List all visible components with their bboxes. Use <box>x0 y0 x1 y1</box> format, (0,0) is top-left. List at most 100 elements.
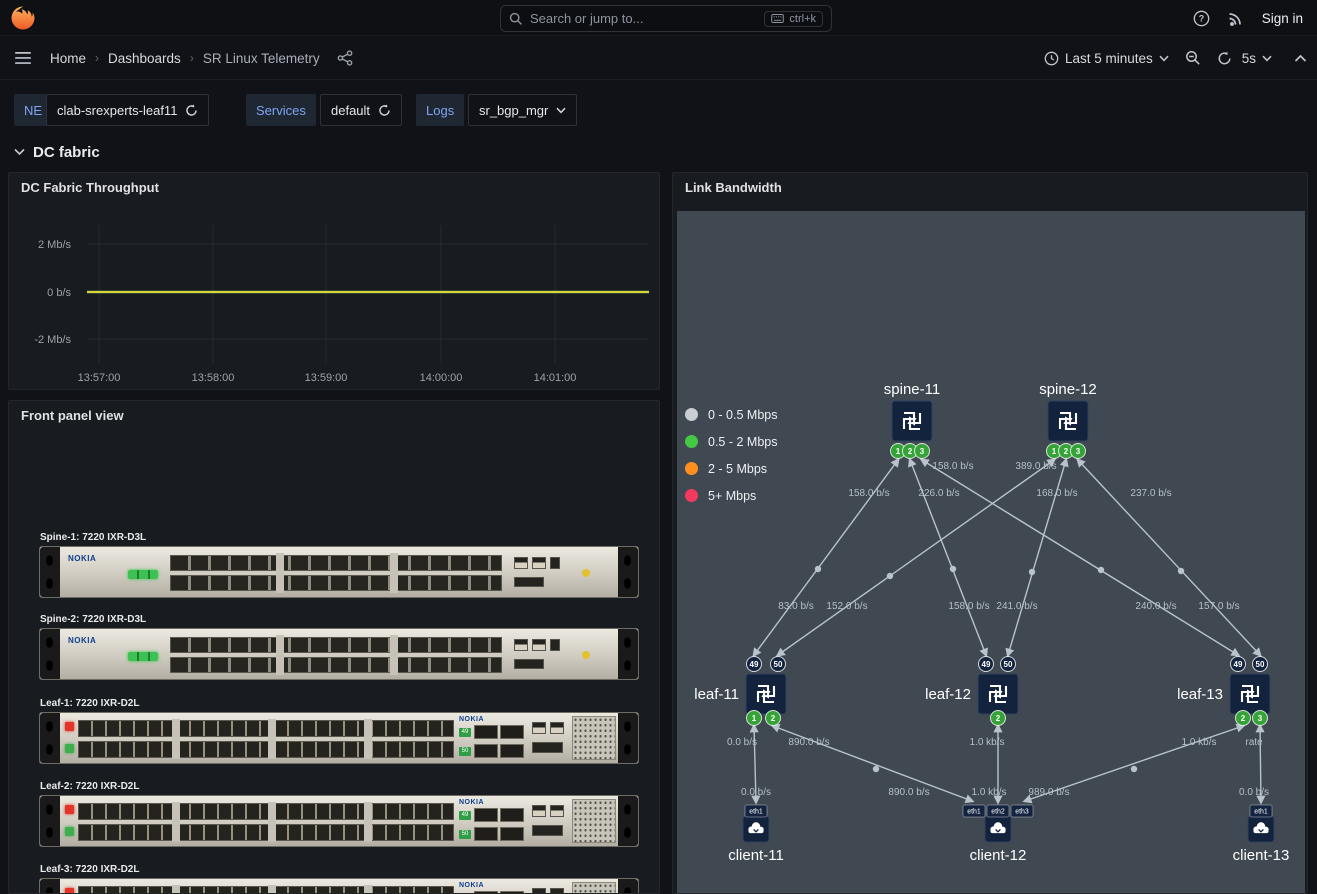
edge-rate-label: 1.0 kb/s <box>971 787 1006 798</box>
brand-logo: NOKIA <box>68 554 96 563</box>
edge-rate-label: 240.0 b/s <box>1135 601 1176 612</box>
eth-badge-label: eth1 <box>749 809 763 816</box>
mgmt-port <box>532 888 546 894</box>
edge-rate-label: 157.0 b/s <box>1198 601 1239 612</box>
zoom-out-icon[interactable] <box>1185 50 1201 66</box>
legend-item: 0.5 - 2 Mbps <box>685 428 777 455</box>
edge-rate-label: 226.0 b/s <box>918 488 959 499</box>
mgmt-port <box>532 805 546 817</box>
rack-ear <box>40 796 60 846</box>
port-number: 49 <box>982 660 991 669</box>
refresh-icon[interactable] <box>1217 51 1232 66</box>
collapse-controls-chevron-up-icon[interactable] <box>1294 54 1307 63</box>
port-number: 50 <box>1256 660 1265 669</box>
qsfp-port <box>500 808 524 822</box>
port-number: 49 <box>1234 660 1243 669</box>
panel-front-panel-view: Front panel view Spine-1: 7220 IXR-D3LNO… <box>8 400 660 894</box>
eth-badge-label: eth2 <box>991 809 1005 816</box>
port-row <box>78 803 454 820</box>
edge-waypoint-dot <box>887 573 893 579</box>
news-rss-icon[interactable] <box>1228 10 1244 26</box>
edge-rate-label: 152.0 b/s <box>826 601 867 612</box>
panel-title[interactable]: Link Bandwidth <box>685 180 782 195</box>
variable-value-ne: clab-srexperts-leaf11 <box>57 103 177 118</box>
variable-picker-ne[interactable]: clab-srexperts-leaf11 <box>46 94 209 126</box>
front-panel-devices: Spine-1: 7220 IXR-D3LNOKIASpine-2: 7220 … <box>9 401 660 894</box>
status-led-red <box>65 722 74 731</box>
port-number: 50 <box>1004 660 1013 669</box>
topology-node-client-13 <box>1248 816 1274 842</box>
port-number: 1 <box>896 447 901 456</box>
refresh-interval-label: 5s <box>1242 51 1256 66</box>
row-header-dc-fabric[interactable]: DC fabric <box>14 138 100 166</box>
qsfp-port <box>500 725 524 739</box>
rack-ear <box>40 629 60 679</box>
qsfp-port <box>474 808 498 822</box>
device-label: Leaf-3: 7220 IXR-D2L <box>40 864 639 875</box>
top-navbar: Search or jump to... ctrl+k ? Sign in <box>0 0 1317 36</box>
brand-logo: NOKIA <box>459 882 484 889</box>
time-range-label: Last 5 minutes <box>1065 51 1153 66</box>
dashboard-navbar: Home › Dashboards › SR Linux Telemetry L… <box>0 36 1317 80</box>
fan-grill <box>572 716 616 760</box>
refresh-interval-picker[interactable]: 5s <box>1242 51 1272 66</box>
caret-down-icon <box>1262 55 1272 62</box>
port-number: 3 <box>1258 714 1263 723</box>
row-title: DC fabric <box>33 144 100 161</box>
device-label: Leaf-1: 7220 IXR-D2L <box>40 698 639 709</box>
edge-waypoint-dot <box>815 566 821 572</box>
brand-logo: NOKIA <box>459 799 484 806</box>
edge-rate-label: 241.0 b/s <box>996 601 1037 612</box>
time-range-picker[interactable]: Last 5 minutes <box>1044 51 1169 66</box>
rack-ear <box>40 547 60 597</box>
variable-picker-services[interactable]: default <box>320 94 402 126</box>
brand-logo: NOKIA <box>459 716 484 723</box>
mgmt-port <box>514 639 528 651</box>
legend-color-dot <box>685 408 698 421</box>
keyboard-icon <box>771 14 784 23</box>
y-axis-tick: -2 Mb/s <box>34 334 71 346</box>
port-number: 3 <box>1076 447 1081 456</box>
breadcrumb-home[interactable]: Home <box>50 51 86 66</box>
qsfp-port <box>474 725 498 739</box>
qsfp-port <box>500 744 524 758</box>
topology-node-spine-11 <box>892 401 932 441</box>
port-row <box>78 720 454 737</box>
node-label-leaf-11: leaf-11 <box>694 686 739 703</box>
edge-rate-label: 168.0 b/s <box>1036 488 1077 499</box>
port-number: 2 <box>996 714 1001 723</box>
mgmt-port <box>514 557 528 569</box>
variable-picker-logs[interactable]: sr_bgp_mgr <box>468 94 577 126</box>
sign-in-button[interactable]: Sign in <box>1262 11 1303 26</box>
port-row <box>78 824 454 841</box>
qsfp-port <box>474 827 498 841</box>
sync-icon <box>185 104 198 117</box>
edge-waypoint-dot <box>1178 568 1184 574</box>
rack-ear <box>618 879 638 894</box>
sync-icon <box>378 104 391 117</box>
x-axis-tick: 13:59:00 <box>305 372 348 384</box>
menu-toggle-icon[interactable] <box>14 49 32 67</box>
x-axis-tick: 14:01:00 <box>534 372 577 384</box>
device-label: Leaf-2: 7220 IXR-D2L <box>40 781 639 792</box>
grafana-logo-icon[interactable] <box>10 5 36 31</box>
dashboard-link-logs[interactable]: Logs <box>416 94 464 126</box>
rack-ear <box>618 547 638 597</box>
variable-value-logs: sr_bgp_mgr <box>479 103 548 118</box>
legend-label: 5+ Mbps <box>708 489 756 503</box>
port-row <box>170 637 502 653</box>
search-input[interactable]: Search or jump to... ctrl+k <box>500 5 832 32</box>
edge-rate-label: 0.0 b/s <box>1239 787 1269 798</box>
eth-badge-label: eth1 <box>967 809 981 816</box>
dashboard-link-services[interactable]: Services <box>246 94 316 126</box>
legend-item: 0 - 0.5 Mbps <box>685 401 777 428</box>
edge-rate-label: 890.0 b/s <box>888 787 929 798</box>
topology-node-leaf-13 <box>1230 674 1270 714</box>
breadcrumb-dashboards[interactable]: Dashboards <box>108 51 181 66</box>
share-dashboard-icon[interactable] <box>337 50 353 66</box>
help-icon[interactable]: ? <box>1193 10 1210 27</box>
legend-color-dot <box>685 435 698 448</box>
node-label-spine-12: spine-12 <box>1039 381 1097 398</box>
mgmt-port <box>532 639 546 651</box>
search-placeholder: Search or jump to... <box>530 11 757 26</box>
